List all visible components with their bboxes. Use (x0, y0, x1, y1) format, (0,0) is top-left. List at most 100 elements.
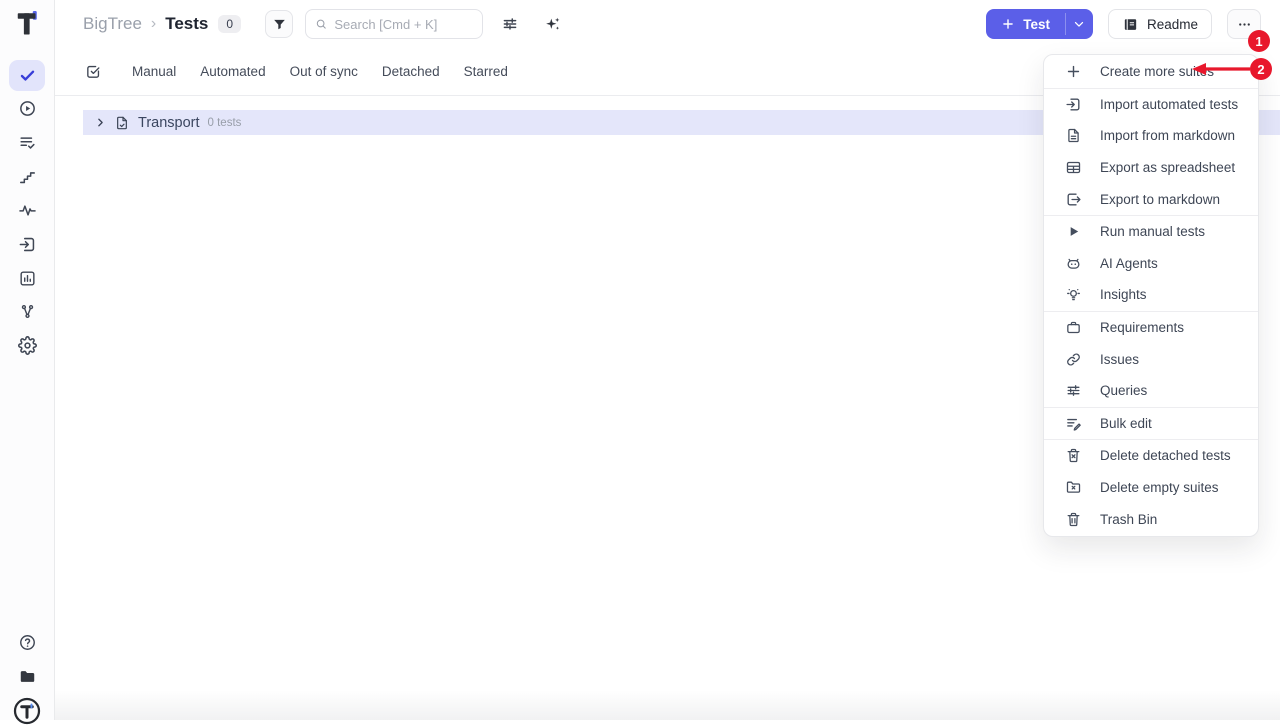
logo-t-icon (12, 9, 42, 39)
help-icon (18, 633, 37, 652)
more-actions-menu: Create more suites Import automated test… (1043, 54, 1259, 537)
search-input[interactable] (334, 17, 473, 32)
checkbox-check-icon (85, 63, 102, 80)
import-icon (18, 235, 37, 254)
view-settings-button[interactable] (501, 15, 519, 33)
menu-item-label: Import from markdown (1100, 128, 1235, 143)
menu-item-insights[interactable]: Insights (1044, 279, 1258, 311)
annotation-step-1: 1 (1248, 30, 1270, 52)
menu-item-label: AI Agents (1100, 256, 1158, 271)
menu-item-export-to-markdown[interactable]: Export to markdown (1044, 183, 1258, 215)
search-box[interactable] (305, 9, 483, 39)
page-title: Tests (165, 14, 208, 34)
menu-item-delete-empty-suites[interactable]: Delete empty suites (1044, 472, 1258, 504)
sidebar-item-analytics[interactable] (9, 263, 45, 294)
menu-item-label: Delete empty suites (1100, 480, 1219, 495)
link-icon (1065, 351, 1082, 368)
menu-item-issues[interactable]: Issues (1044, 343, 1258, 375)
menu-item-label: Trash Bin (1100, 512, 1157, 527)
menu-item-label: Bulk edit (1100, 416, 1152, 431)
sidebar-item-help[interactable] (9, 627, 45, 658)
sidebar-item-tests[interactable] (9, 60, 45, 91)
trash-x-icon (1065, 447, 1082, 464)
sidebar-item-runs[interactable] (9, 93, 45, 124)
sidebar-item-projects[interactable] (9, 661, 45, 692)
briefcase-icon (1065, 319, 1082, 336)
readme-button-label: Readme (1147, 17, 1198, 32)
tab-manual[interactable]: Manual (132, 64, 176, 79)
menu-item-label: Issues (1100, 352, 1139, 367)
sliders-icon (1065, 382, 1082, 399)
plus-icon (1065, 63, 1082, 80)
new-test-button[interactable]: Test (986, 9, 1065, 39)
sidebar-item-pulse[interactable] (9, 195, 45, 226)
menu-item-export-as-spreadsheet[interactable]: Export as spreadsheet (1044, 152, 1258, 184)
menu-item-trash-bin[interactable]: Trash Bin (1044, 503, 1258, 535)
new-test-dropdown-toggle[interactable] (1066, 9, 1093, 39)
suite-name: Transport (138, 115, 200, 131)
ai-assist-button[interactable] (543, 15, 562, 34)
suite-test-count: 0 tests (208, 117, 242, 129)
select-all-button[interactable] (85, 63, 102, 80)
app-logo[interactable] (9, 8, 45, 39)
annotation-arrow (1188, 61, 1252, 77)
new-test-split-button[interactable]: Test (986, 9, 1093, 39)
branches-icon (18, 302, 37, 321)
sidebar-item-account[interactable] (9, 695, 45, 726)
tests-check-icon (18, 66, 37, 85)
tab-automated[interactable]: Automated (200, 64, 265, 79)
chevron-down-icon (1072, 17, 1086, 31)
menu-item-queries[interactable]: Queries (1044, 375, 1258, 407)
menu-item-label: Import automated tests (1100, 97, 1238, 112)
trash-icon (1065, 511, 1082, 528)
sparkles-icon (543, 15, 562, 34)
breadcrumb-project[interactable]: BigTree (83, 14, 142, 34)
header-actions: Test Readme (986, 9, 1261, 39)
readme-book-icon (1122, 16, 1139, 33)
bulk-edit-icon (1065, 415, 1082, 432)
projects-folder-icon (18, 667, 37, 686)
menu-item-label: Requirements (1100, 320, 1184, 335)
plus-icon (1001, 17, 1015, 31)
annotation-step-2: 2 (1250, 58, 1272, 80)
tab-starred[interactable]: Starred (464, 64, 508, 79)
readme-button[interactable]: Readme (1108, 9, 1212, 39)
file-text-icon (1065, 127, 1082, 144)
sidebar-item-settings[interactable] (9, 330, 45, 361)
pulse-activity-icon (18, 201, 37, 220)
menu-item-delete-detached-tests[interactable]: Delete detached tests (1044, 440, 1258, 472)
sidebar-item-branches[interactable] (9, 296, 45, 327)
menu-item-import-automated-tests[interactable]: Import automated tests (1044, 89, 1258, 121)
steps-stairs-icon (18, 167, 37, 186)
tab-detached[interactable]: Detached (382, 64, 440, 79)
menu-item-label: Export as spreadsheet (1100, 160, 1235, 175)
account-avatar-icon (12, 696, 42, 726)
play-icon (1066, 224, 1081, 239)
expand-chevron-icon[interactable] (94, 116, 107, 129)
page-header: BigTree › Tests 0 Test (55, 0, 1280, 48)
sidebar-item-import[interactable] (9, 229, 45, 260)
tab-out-of-sync[interactable]: Out of sync (290, 64, 358, 79)
tests-count-badge: 0 (218, 15, 241, 33)
menu-item-ai-agents[interactable]: AI Agents (1044, 248, 1258, 280)
menu-item-run-manual-tests[interactable]: Run manual tests (1044, 216, 1258, 248)
search-icon (315, 17, 327, 31)
left-sidebar (0, 0, 55, 720)
folder-x-icon (1065, 479, 1082, 496)
menu-item-import-from-markdown[interactable]: Import from markdown (1044, 120, 1258, 152)
sliders-icon (501, 15, 519, 33)
menu-item-label: Run manual tests (1100, 224, 1205, 239)
spreadsheet-icon (1065, 159, 1082, 176)
breadcrumb-separator: › (151, 15, 156, 33)
menu-item-label: Delete detached tests (1100, 448, 1231, 463)
plans-list-check-icon (18, 133, 37, 152)
menu-item-requirements[interactable]: Requirements (1044, 312, 1258, 344)
menu-item-label: Queries (1100, 383, 1147, 398)
menu-item-bulk-edit[interactable]: Bulk edit (1044, 408, 1258, 440)
sidebar-item-steps[interactable] (9, 161, 45, 192)
menu-item-label: Insights (1100, 287, 1147, 302)
analytics-chart-icon (18, 269, 37, 288)
suite-doc-icon (114, 115, 130, 131)
sidebar-item-plans[interactable] (9, 127, 45, 158)
filter-button[interactable] (265, 10, 293, 38)
